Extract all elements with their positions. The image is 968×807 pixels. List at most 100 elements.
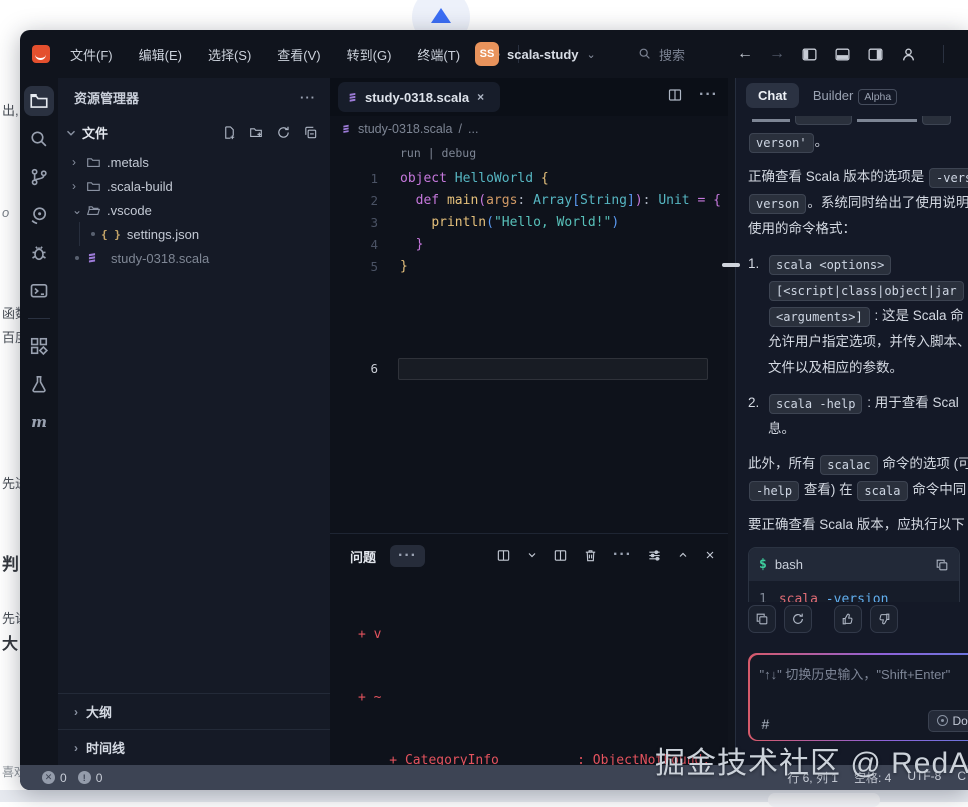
warnings-count[interactable]: 0 bbox=[96, 771, 103, 785]
tab-builder[interactable]: BuilderAlpha bbox=[813, 88, 897, 103]
account-icon[interactable] bbox=[900, 46, 917, 63]
tree-item-vscode[interactable]: ⌄ .vscode bbox=[58, 198, 330, 222]
app-logo-icon[interactable] bbox=[32, 45, 50, 63]
code-line: println("Hello, World!") bbox=[400, 212, 619, 234]
activitybar-testing[interactable] bbox=[24, 369, 54, 399]
tree-item-scala-build[interactable]: › .scala-build bbox=[58, 174, 330, 198]
model-selector[interactable]: Dou bbox=[928, 710, 968, 732]
copy-message-button[interactable] bbox=[748, 605, 776, 633]
filter-sliders-icon[interactable] bbox=[647, 548, 662, 563]
files-section-header[interactable]: 文件 bbox=[58, 115, 330, 148]
line-number: 5 bbox=[330, 256, 378, 278]
message-actions bbox=[748, 605, 906, 633]
backdrop-text: o bbox=[2, 205, 9, 220]
activitybar-remote-explorer[interactable] bbox=[24, 200, 54, 230]
sidebar-more-button[interactable]: ··· bbox=[300, 90, 316, 105]
codelens-run-debug[interactable]: run | debug bbox=[400, 146, 476, 160]
activitybar-remote-terminal[interactable] bbox=[24, 276, 54, 306]
editor-more-button[interactable]: ··· bbox=[699, 86, 718, 104]
activitybar-extensions[interactable] bbox=[24, 331, 54, 361]
toggle-bottom-panel-icon[interactable] bbox=[834, 46, 851, 63]
split-terminal-icon[interactable] bbox=[496, 548, 511, 563]
new-file-icon[interactable] bbox=[222, 125, 237, 140]
split-editor-icon[interactable] bbox=[667, 87, 683, 103]
panel-more-button[interactable]: ··· bbox=[390, 545, 425, 567]
alpha-badge: Alpha bbox=[858, 89, 897, 105]
close-icon[interactable] bbox=[704, 549, 716, 561]
chat-input-box[interactable]: "↑↓" 切换历史输入，"Shift+Enter" # Dou bbox=[748, 653, 968, 741]
tree-item-label: .metals bbox=[107, 155, 149, 170]
code-line: object HelloWorld { bbox=[400, 168, 549, 190]
chat-list-item: 2.scala -help : 用于查看 Scal bbox=[748, 390, 968, 416]
folder-open-icon bbox=[86, 203, 101, 218]
page-background-left: 出, o 函数 百度 先进 判断 先讲 大 喜欢 bbox=[0, 0, 20, 802]
chat-input-placeholder: "↑↓" 切换历史输入，"Shift+Enter" bbox=[760, 664, 951, 683]
trash-icon[interactable] bbox=[583, 548, 598, 563]
breadcrumb[interactable]: study-0318.scala / ... bbox=[330, 116, 728, 142]
collapse-all-icon[interactable] bbox=[303, 125, 318, 140]
new-folder-icon[interactable] bbox=[249, 125, 264, 140]
folder-icon bbox=[86, 179, 101, 194]
activitybar-search[interactable] bbox=[24, 124, 54, 154]
forward-button[interactable]: → bbox=[769, 45, 785, 63]
activitybar-metals[interactable]: m bbox=[24, 407, 54, 437]
timeline-section[interactable]: › 时间线 bbox=[58, 729, 330, 765]
toggle-right-panel-icon[interactable] bbox=[867, 46, 884, 63]
workspace-switcher[interactable]: SS scala-study ⌄ bbox=[475, 30, 596, 78]
activitybar-debug[interactable] bbox=[24, 238, 54, 268]
breadcrumb-file[interactable]: study-0318.scala bbox=[358, 122, 453, 136]
copy-icon bbox=[755, 612, 769, 626]
menu-view[interactable]: 查看(V) bbox=[271, 42, 326, 67]
regenerate-button[interactable] bbox=[784, 605, 812, 633]
tree-item-metals[interactable]: › .metals bbox=[58, 150, 330, 174]
refresh-icon[interactable] bbox=[276, 125, 291, 140]
backdrop-text: 判断 bbox=[2, 550, 20, 575]
chevron-down-icon[interactable] bbox=[526, 549, 538, 561]
scrollbar-thumb[interactable] bbox=[722, 263, 740, 267]
line-number: 3 bbox=[330, 212, 378, 234]
tree-item-settings-json[interactable]: { } settings.json bbox=[58, 222, 330, 246]
search-icon bbox=[29, 129, 49, 149]
close-icon[interactable]: × bbox=[477, 90, 484, 104]
outline-section[interactable]: › 大纲 bbox=[58, 693, 330, 729]
code-language: bash bbox=[775, 557, 927, 572]
copy-icon[interactable] bbox=[935, 558, 949, 572]
menu-selection[interactable]: 选择(S) bbox=[202, 42, 257, 67]
extensions-icon bbox=[29, 336, 49, 356]
menu-goto[interactable]: 转到(G) bbox=[341, 42, 398, 67]
chevron-up-icon[interactable] bbox=[677, 549, 689, 561]
menu-edit[interactable]: 编辑(E) bbox=[133, 42, 188, 67]
code-editor[interactable]: run | debug 1object HelloWorld { 2 def m… bbox=[330, 142, 728, 517]
timeline-label: 时间线 bbox=[86, 738, 125, 757]
breadcrumb-more[interactable]: ... bbox=[468, 122, 478, 136]
errors-count[interactable]: 0 bbox=[60, 771, 67, 785]
thumbs-up-button[interactable] bbox=[834, 605, 862, 633]
chevron-right-icon: › bbox=[74, 741, 78, 755]
context-hash-button[interactable]: # bbox=[762, 716, 770, 732]
search-box[interactable]: 搜索 bbox=[628, 41, 695, 67]
tree-item-label: .scala-build bbox=[107, 179, 173, 194]
thumbs-down-button[interactable] bbox=[870, 605, 898, 633]
tab-chat[interactable]: Chat bbox=[746, 83, 799, 108]
split-view-icon[interactable] bbox=[553, 548, 568, 563]
tree-item-study-scala[interactable]: study-0318.scala bbox=[58, 246, 330, 270]
bug-icon bbox=[29, 243, 49, 263]
chat-line: <arguments>] : 这是 Scala 命 bbox=[748, 303, 968, 329]
chat-line: verson'。 bbox=[748, 129, 968, 155]
editor-tab-study-scala[interactable]: study-0318.scala × bbox=[338, 82, 500, 112]
menu-terminal[interactable]: 终端(T) bbox=[411, 42, 466, 67]
json-icon: { } bbox=[101, 228, 121, 241]
code-command: scala -version bbox=[779, 592, 889, 603]
backdrop-text: 百度 bbox=[2, 327, 20, 346]
toggle-left-panel-icon[interactable] bbox=[801, 46, 818, 63]
activitybar-explorer[interactable] bbox=[24, 86, 54, 116]
chat-line: 文件以及相应的参数。 bbox=[748, 355, 968, 381]
menu-file[interactable]: 文件(F) bbox=[64, 42, 119, 67]
activitybar-source-control[interactable] bbox=[24, 162, 54, 192]
terminal-line: + ~ bbox=[358, 687, 728, 708]
problems-tab[interactable]: 问题 bbox=[350, 547, 376, 566]
back-button[interactable]: ← bbox=[737, 45, 753, 63]
chat-code-block: $ bash 1 scala -version bbox=[748, 547, 960, 602]
panel-overflow-button[interactable]: ··· bbox=[613, 546, 632, 564]
chat-message-area[interactable]: verson'。 正确查看 Scala 版本的选项是 -vers verson。… bbox=[736, 116, 968, 602]
